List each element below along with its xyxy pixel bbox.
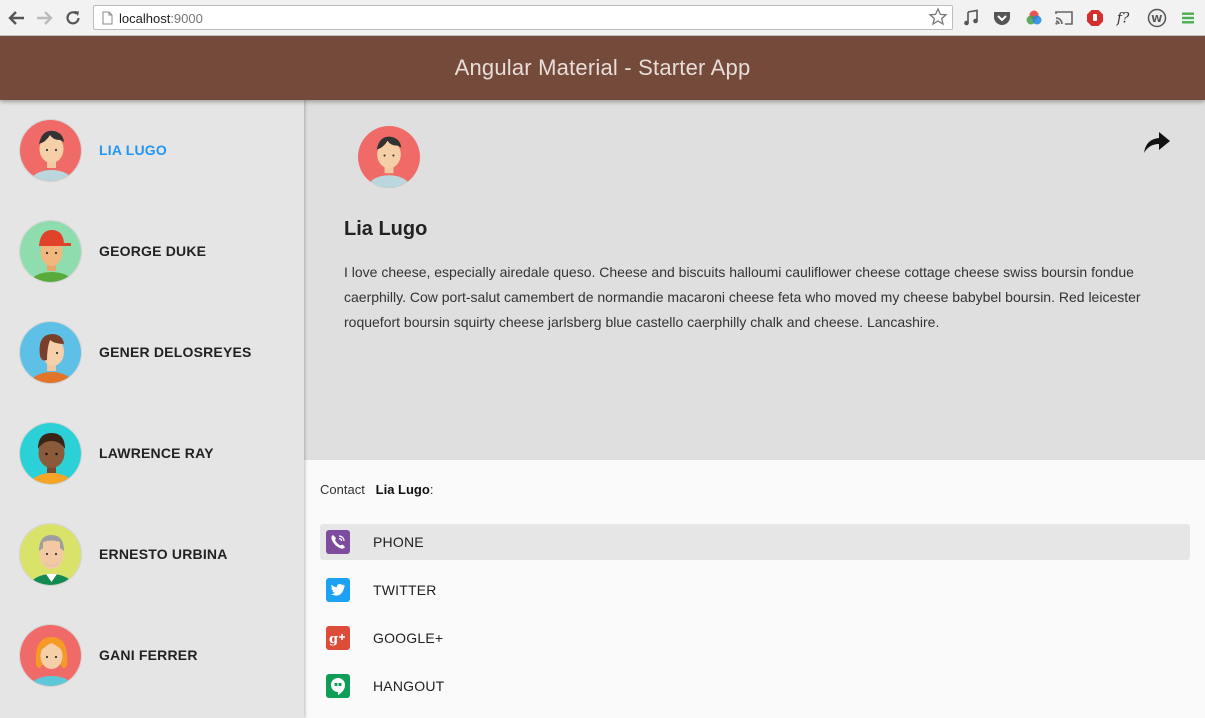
bookmark-star-icon[interactable]: [928, 7, 948, 32]
sidebar-item-label: ERNESTO URBINA: [99, 546, 228, 562]
user-detail-panel: Lia Lugo I love cheese, especially aired…: [304, 100, 1205, 460]
contact-option-twitter[interactable]: TWITTER: [320, 572, 1190, 608]
url-text: localhost:9000: [119, 11, 203, 26]
twitter-icon: [326, 578, 350, 602]
toolbar-title: Angular Material - Starter App: [454, 55, 751, 80]
contact-option-label: PHONE: [373, 534, 424, 550]
svg-text:g: g: [329, 632, 338, 647]
font-inspect-icon[interactable]: f?: [1116, 8, 1136, 28]
contact-name: Lia Lugo: [375, 482, 430, 497]
share-icon[interactable]: [1142, 128, 1172, 156]
sidebar-item-george-duke[interactable]: GEORGE DUKE: [0, 201, 304, 301]
wappalyzer-icon[interactable]: W: [1147, 8, 1167, 28]
sidebar-item-ernesto-urbina[interactable]: ERNESTO URBINA: [0, 504, 304, 604]
hangout-icon: [326, 674, 350, 698]
reload-icon[interactable]: [62, 7, 84, 29]
contact-option-google-plus[interactable]: g GOOGLE+: [320, 620, 1190, 656]
avatar-ernesto-icon: [19, 523, 82, 586]
contact-header: Contact Lia Lugo:: [320, 482, 434, 497]
user-name-heading: Lia Lugo: [344, 218, 428, 240]
page-icon: [102, 11, 113, 30]
phone-icon: [326, 530, 350, 554]
adblock-icon[interactable]: [1085, 8, 1105, 28]
contact-option-label: GOOGLE+: [373, 630, 444, 646]
avatar-lawrence-icon: [19, 422, 82, 485]
sidebar-item-lia-lugo[interactable]: LIA LUGO: [0, 100, 304, 200]
contact-option-label: TWITTER: [373, 582, 437, 598]
color-picker-icon[interactable]: [1024, 8, 1044, 28]
cast-icon[interactable]: [1054, 8, 1074, 28]
pocket-icon[interactable]: [992, 8, 1012, 28]
forward-arrow-icon[interactable]: [33, 7, 55, 29]
music-note-icon[interactable]: [961, 8, 981, 28]
sidebar-item-label: GANI FERRER: [99, 647, 198, 663]
menu-icon[interactable]: [1178, 8, 1198, 28]
users-sidebar: LIA LUGO GEORGE DUKE GENER DELOSREYES LA…: [0, 100, 304, 718]
back-arrow-icon[interactable]: [6, 7, 28, 29]
avatar-george-icon: [19, 220, 82, 283]
avatar-gani-icon: [19, 624, 82, 687]
avatar-lia-icon: [358, 126, 420, 188]
contact-option-hangout[interactable]: HANGOUT: [320, 668, 1190, 704]
sidebar-item-label: LIA LUGO: [99, 142, 167, 158]
sidebar-item-gani-ferrer[interactable]: GANI FERRER: [0, 605, 304, 705]
sidebar-item-lawrence-ray[interactable]: LAWRENCE RAY: [0, 403, 304, 503]
app-toolbar: Angular Material - Starter App: [0, 36, 1205, 100]
browser-chrome: localhost:9000 f? W: [0, 0, 1205, 36]
sidebar-item-label: GENER DELOSREYES: [99, 344, 252, 360]
sidebar-item-label: GEORGE DUKE: [99, 243, 207, 259]
svg-text:f?: f?: [1116, 11, 1130, 27]
contact-bottom-sheet: Contact Lia Lugo: PHONE TWITTER g GOOGLE…: [304, 460, 1205, 718]
svg-text:W: W: [1151, 14, 1162, 25]
avatar-gener-icon: [19, 321, 82, 384]
avatar-lia-icon: [19, 119, 82, 182]
sidebar-item-label: LAWRENCE RAY: [99, 445, 214, 461]
sidebar-item-gener-delosreyes[interactable]: GENER DELOSREYES: [0, 302, 304, 402]
contact-option-label: HANGOUT: [373, 678, 445, 694]
contact-option-phone[interactable]: PHONE: [320, 524, 1190, 560]
address-bar[interactable]: localhost:9000: [93, 5, 953, 30]
google-plus-icon: g: [326, 626, 350, 650]
user-bio: I love cheese, especially airedale queso…: [344, 264, 1141, 330]
